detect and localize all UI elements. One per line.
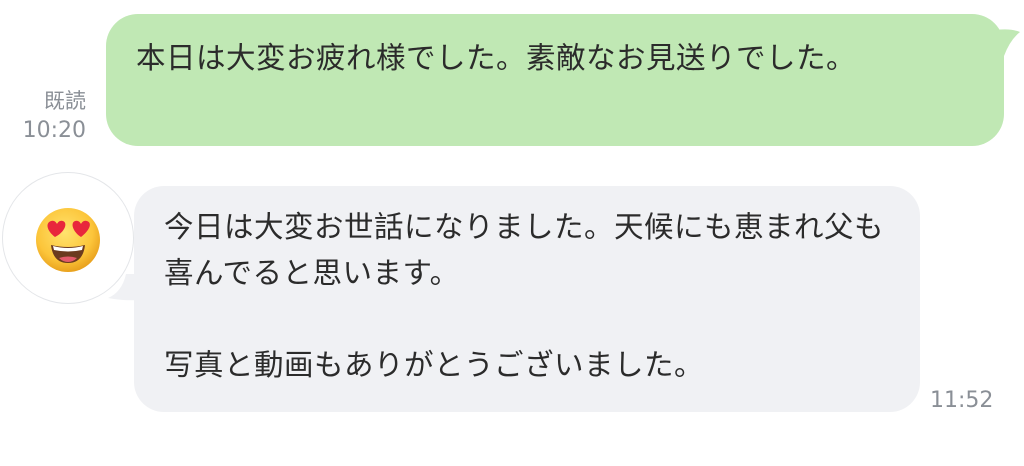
read-receipt: 既読 — [44, 89, 86, 113]
chat-view: 既読 10:20 本日は大変お疲れ様でした。素敵なお見送りでした。 今日は大変お… — [0, 0, 1024, 466]
incoming-message-bubble[interactable]: 今日は大変お世話になりました。天候にも恵まれ父も喜んでると思います。 写真と動画… — [134, 186, 920, 412]
incoming-timestamp: 11:52 — [930, 388, 994, 413]
outgoing-timestamp: 10:20 — [22, 118, 86, 143]
outgoing-message-bubble[interactable]: 本日は大変お疲れ様でした。素敵なお見送りでした。 — [106, 14, 1004, 146]
heart-eyes-emoji-icon — [36, 208, 100, 272]
outgoing-bubble-tail — [996, 29, 1020, 56]
outgoing-message-meta: 既読 10:20 — [14, 86, 86, 146]
